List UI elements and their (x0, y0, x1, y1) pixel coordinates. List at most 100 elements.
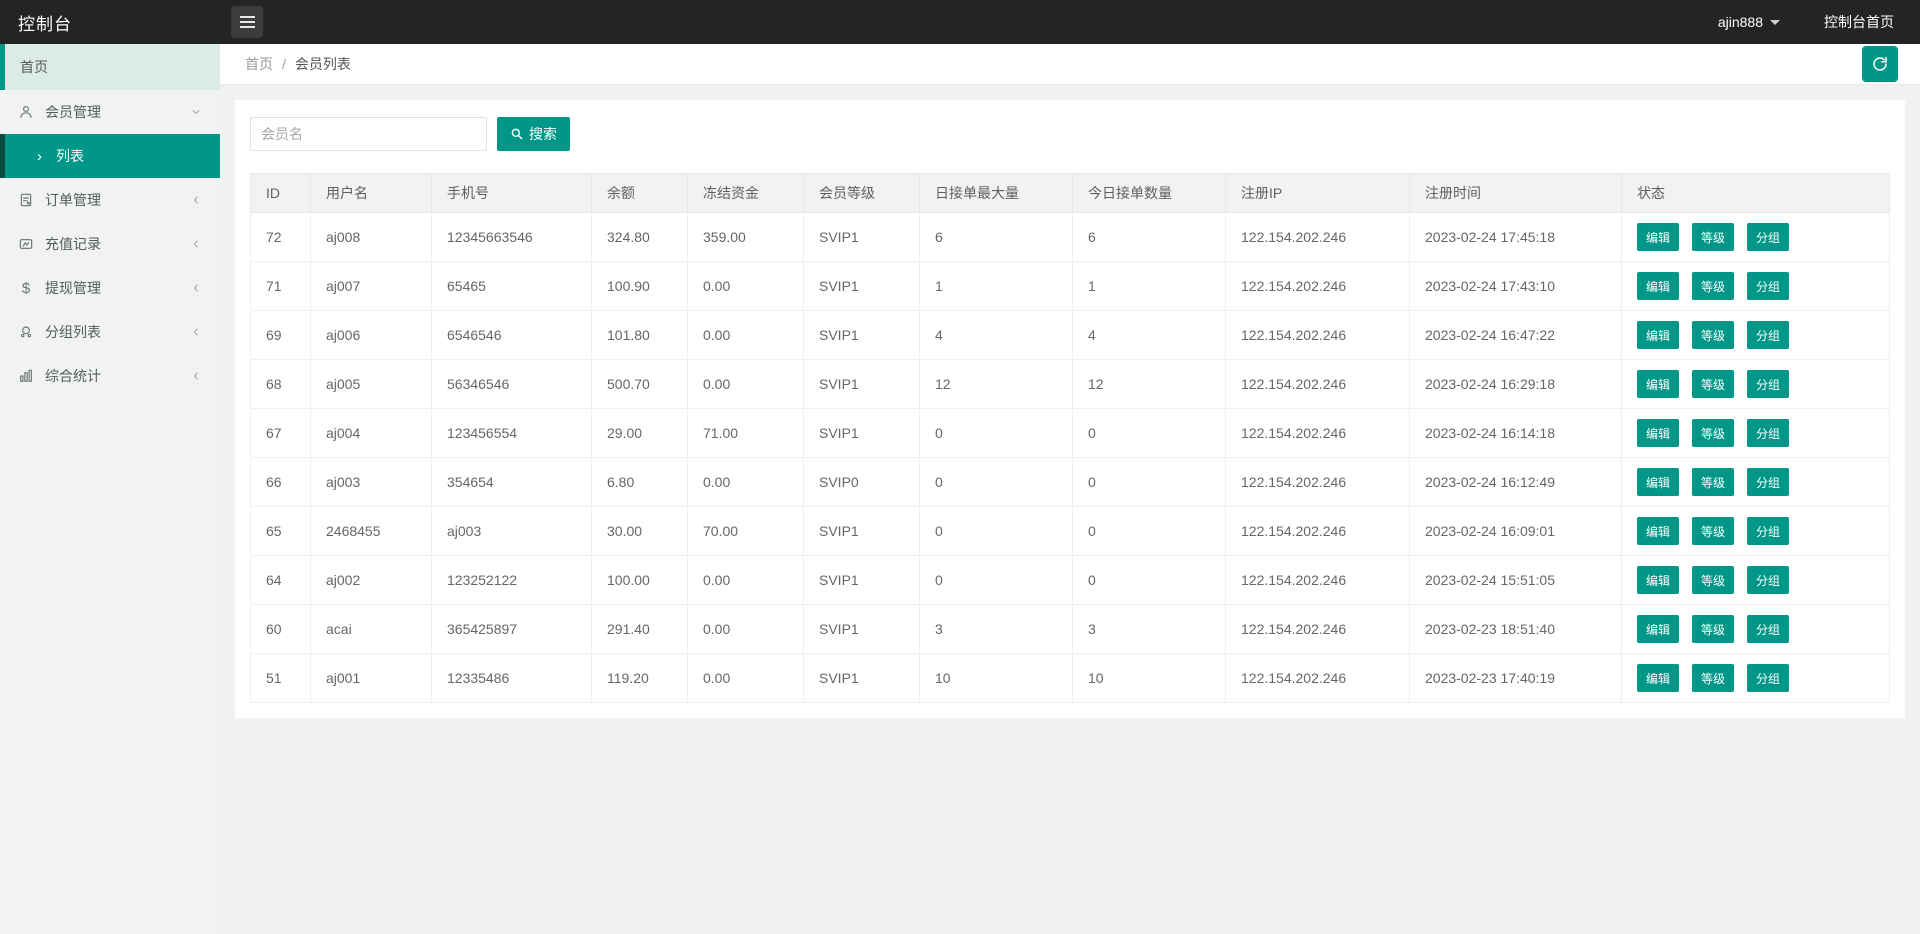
table-cell: 12 (1073, 360, 1226, 409)
group-button[interactable]: 分组 (1747, 223, 1789, 251)
edit-button[interactable]: 编辑 (1637, 272, 1679, 300)
username: ajin888 (1718, 14, 1763, 30)
search-icon (510, 127, 524, 141)
group-button[interactable]: 分组 (1747, 615, 1789, 643)
table-cell: 2023-02-23 17:40:19 (1410, 654, 1622, 703)
group-button[interactable]: 分组 (1747, 566, 1789, 594)
level-button[interactable]: 等级 (1692, 272, 1734, 300)
table-cell: 2023-02-24 16:09:01 (1410, 507, 1622, 556)
table-cell: 122.154.202.246 (1226, 458, 1410, 507)
table-cell: 10 (920, 654, 1073, 703)
sidebar-item-orders[interactable]: 订单管理 (0, 178, 220, 222)
member-name-input[interactable] (250, 117, 487, 151)
stats-icon (18, 368, 34, 384)
table-cell: 67 (251, 409, 311, 458)
table-cell: 119.20 (592, 654, 688, 703)
table-cell: SVIP1 (804, 654, 920, 703)
sidebar-item-label: 会员管理 (45, 102, 101, 122)
table-cell: 291.40 (592, 605, 688, 654)
table-row: 652468455aj00330.0070.00SVIP100122.154.2… (251, 507, 1890, 556)
sidebar-item-withdraw[interactable]: $提现管理 (0, 266, 220, 310)
table-cell: 100.90 (592, 262, 688, 311)
column-header: 会员等级 (804, 174, 920, 213)
sidebar-item-label: 综合统计 (45, 366, 101, 386)
group-button[interactable]: 分组 (1747, 321, 1789, 349)
refresh-button[interactable] (1862, 46, 1898, 82)
level-button[interactable]: 等级 (1692, 664, 1734, 692)
column-header: ID (251, 174, 311, 213)
level-button[interactable]: 等级 (1692, 370, 1734, 398)
table-cell: aj003 (311, 458, 432, 507)
table-cell: 60 (251, 605, 311, 654)
group-button[interactable]: 分组 (1747, 468, 1789, 496)
refresh-icon (1871, 55, 1889, 73)
table-row: 51aj00112335486119.200.00SVIP11010122.15… (251, 654, 1890, 703)
submenu-arrow-icon: › (37, 148, 42, 165)
sidebar-item-home[interactable]: 首页 (0, 44, 220, 90)
table-cell: 500.70 (592, 360, 688, 409)
column-header: 冻结资金 (688, 174, 804, 213)
edit-button[interactable]: 编辑 (1637, 468, 1679, 496)
table-row: 68aj00556346546500.700.00SVIP11212122.15… (251, 360, 1890, 409)
edit-button[interactable]: 编辑 (1637, 370, 1679, 398)
edit-button[interactable]: 编辑 (1637, 223, 1679, 251)
user-menu[interactable]: ajin888 (1704, 0, 1794, 44)
console-home-link[interactable]: 控制台首页 (1794, 0, 1920, 44)
group-button[interactable]: 分组 (1747, 370, 1789, 398)
table-cell: 122.154.202.246 (1226, 409, 1410, 458)
status-actions-cell: 编辑等级分组 (1622, 213, 1890, 262)
table-cell: 0.00 (688, 654, 804, 703)
edit-button[interactable]: 编辑 (1637, 419, 1679, 447)
edit-button[interactable]: 编辑 (1637, 321, 1679, 349)
sidebar-item-stats[interactable]: 综合统计 (0, 354, 220, 398)
table-row: 66aj0033546546.800.00SVIP000122.154.202.… (251, 458, 1890, 507)
sidebar-item-recharge[interactable]: 充值记录 (0, 222, 220, 266)
table-cell: 66 (251, 458, 311, 507)
group-button[interactable]: 分组 (1747, 272, 1789, 300)
table-cell: 1 (1073, 262, 1226, 311)
status-actions-cell: 编辑等级分组 (1622, 605, 1890, 654)
table-cell: 65465 (432, 262, 592, 311)
column-header: 用户名 (311, 174, 432, 213)
table-cell: aj001 (311, 654, 432, 703)
level-button[interactable]: 等级 (1692, 566, 1734, 594)
table-cell: 3 (1073, 605, 1226, 654)
edit-button[interactable]: 编辑 (1637, 566, 1679, 594)
group-button[interactable]: 分组 (1747, 517, 1789, 545)
order-icon (18, 192, 34, 208)
app-title: 控制台 (0, 10, 220, 35)
level-button[interactable]: 等级 (1692, 321, 1734, 349)
group-button[interactable]: 分组 (1747, 419, 1789, 447)
edit-button[interactable]: 编辑 (1637, 664, 1679, 692)
sidebar-item-groups[interactable]: 分组列表 (0, 310, 220, 354)
table-row: 64aj002123252122100.000.00SVIP100122.154… (251, 556, 1890, 605)
level-button[interactable]: 等级 (1692, 419, 1734, 447)
table-cell: SVIP1 (804, 311, 920, 360)
table-cell: SVIP1 (804, 556, 920, 605)
level-button[interactable]: 等级 (1692, 615, 1734, 643)
table-row: 67aj00412345655429.0071.00SVIP100122.154… (251, 409, 1890, 458)
search-row: 搜索 (250, 117, 1890, 151)
sidebar: 首页会员管理 ›列表订单管理充值记录$提现管理分组列表综合统计 (0, 44, 220, 934)
edit-button[interactable]: 编辑 (1637, 615, 1679, 643)
group-button[interactable]: 分组 (1747, 664, 1789, 692)
level-button[interactable]: 等级 (1692, 517, 1734, 545)
level-button[interactable]: 等级 (1692, 468, 1734, 496)
breadcrumb-home[interactable]: 首页 (245, 54, 273, 74)
search-button[interactable]: 搜索 (497, 117, 570, 151)
table-cell: 71 (251, 262, 311, 311)
table-cell: 4 (920, 311, 1073, 360)
sidebar-item-member[interactable]: 会员管理 (0, 90, 220, 134)
table-cell: 0.00 (688, 262, 804, 311)
edit-button[interactable]: 编辑 (1637, 517, 1679, 545)
table-cell: 122.154.202.246 (1226, 605, 1410, 654)
level-button[interactable]: 等级 (1692, 223, 1734, 251)
hamburger-menu-icon[interactable] (231, 6, 263, 38)
table-cell: aj004 (311, 409, 432, 458)
dollar-icon: $ (18, 280, 34, 296)
table-cell: 68 (251, 360, 311, 409)
table-cell: 122.154.202.246 (1226, 262, 1410, 311)
sidebar-item-member-list[interactable]: ›列表 (0, 134, 220, 178)
table-cell: 0.00 (688, 360, 804, 409)
table-cell: aj005 (311, 360, 432, 409)
